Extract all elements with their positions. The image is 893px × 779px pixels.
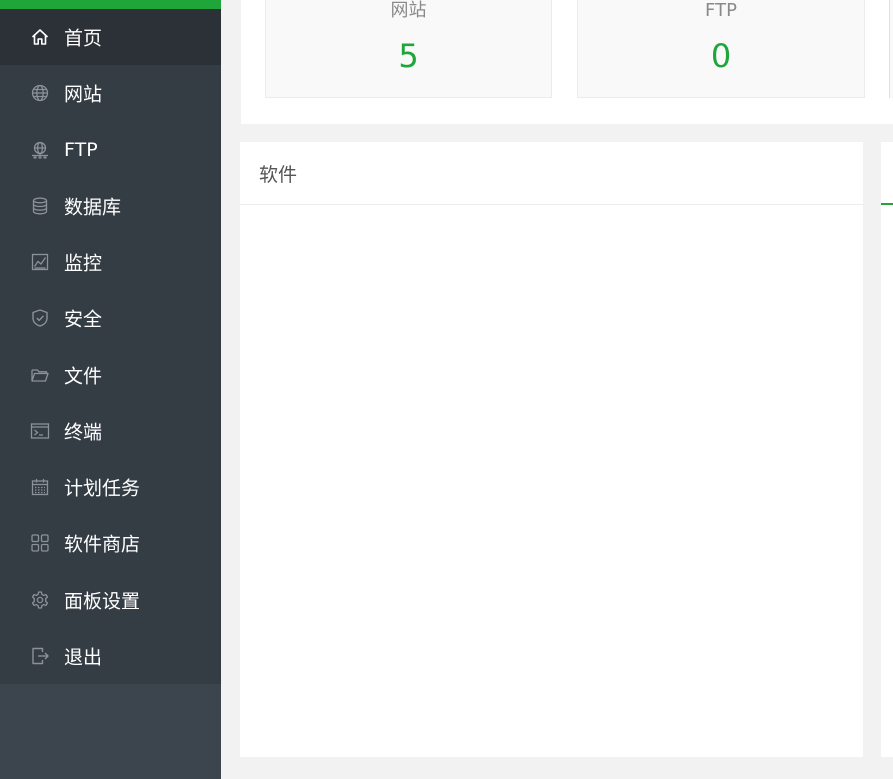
stat-value[interactable]: 0 [578, 36, 864, 76]
sidebar-item-label: 文件 [64, 365, 103, 388]
sidebar-item-label: 终端 [64, 421, 103, 444]
sidebar-item-label: 计划任务 [64, 477, 141, 500]
stat-value[interactable]: 5 [266, 36, 551, 76]
sidebar-item-home[interactable]: 首页 [0, 9, 221, 66]
stat-card-website[interactable]: 网站 5 [265, 0, 552, 98]
right-panel-partial [881, 142, 893, 757]
active-tab-indicator [881, 203, 893, 205]
software-panel: 软件 [240, 142, 863, 757]
sidebar-item-ftp[interactable]: FTP [0, 122, 221, 178]
sidebar-item-label: FTP [64, 138, 98, 161]
sidebar-item-app-store[interactable]: 软件商店 [0, 515, 221, 571]
stat-title: 网站 [390, 0, 427, 21]
sidebar-item-label: 退出 [64, 646, 103, 669]
ftp-icon [30, 140, 50, 160]
main-content: 网站 5 FTP 0 软件 [221, 0, 893, 779]
sidebar-item-label: 数据库 [64, 196, 122, 219]
app-window: 首页 网站 FTP 数据库 监控 安全 文件 终端 计划任务 软件商店 面板设置… [0, 0, 893, 779]
sidebar-item-label: 监控 [64, 252, 103, 275]
sidebar-item-label: 网站 [64, 83, 103, 106]
sidebar-item-logout[interactable]: 退出 [0, 628, 221, 684]
stat-card-partial [889, 0, 893, 98]
panel-title: 软件 [259, 163, 298, 186]
sidebar-item-security[interactable]: 安全 [0, 290, 221, 346]
gear-icon [30, 590, 50, 610]
apps-grid-icon [30, 533, 50, 553]
folder-icon [30, 365, 50, 385]
sidebar-item-label: 面板设置 [64, 590, 141, 613]
overview-stats-panel: 网站 5 FTP 0 [241, 0, 893, 124]
software-panel-header: 软件 [240, 142, 863, 205]
database-icon [30, 196, 50, 216]
sidebar-item-label: 首页 [64, 27, 103, 50]
shield-icon [30, 308, 50, 328]
sidebar-accent-bar [0, 0, 221, 9]
sidebar-item-files[interactable]: 文件 [0, 347, 221, 403]
sidebar-item-label: 软件商店 [64, 533, 141, 556]
sidebar-item-cron[interactable]: 计划任务 [0, 459, 221, 515]
sidebar-item-database[interactable]: 数据库 [0, 178, 221, 234]
stat-title: FTP [705, 0, 737, 21]
sidebar-item-monitor[interactable]: 监控 [0, 234, 221, 290]
calendar-icon [30, 477, 50, 497]
stat-card-ftp[interactable]: FTP 0 [577, 0, 865, 98]
sidebar-item-terminal[interactable]: 终端 [0, 403, 221, 459]
sidebar-menu: 首页 网站 FTP 数据库 监控 安全 文件 终端 计划任务 软件商店 面板设置… [0, 9, 221, 684]
sidebar-item-website[interactable]: 网站 [0, 65, 221, 121]
logout-icon [30, 646, 50, 666]
terminal-icon [30, 421, 50, 441]
home-icon [30, 27, 50, 47]
sidebar-item-panel-settings[interactable]: 面板设置 [0, 572, 221, 628]
sidebar-item-label: 安全 [64, 308, 103, 331]
monitor-icon [30, 252, 50, 272]
sidebar: 首页 网站 FTP 数据库 监控 安全 文件 终端 计划任务 软件商店 面板设置… [0, 0, 221, 779]
globe-icon [30, 83, 50, 103]
